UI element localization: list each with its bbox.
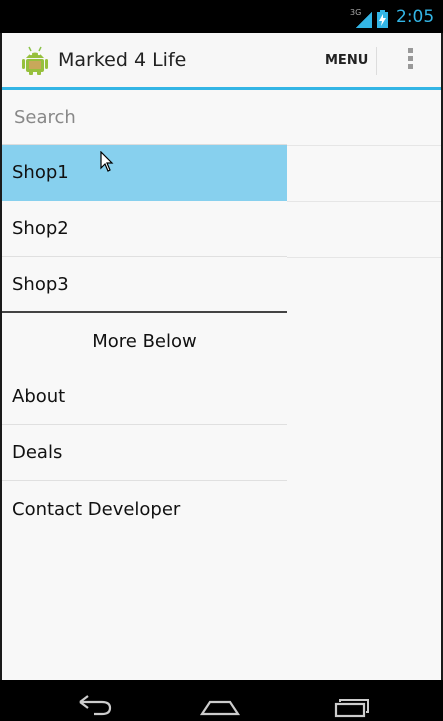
action-bar: Marked 4 Life MENU xyxy=(2,33,441,90)
shop-item-label: Shop1 xyxy=(12,162,69,183)
system-nav-bar xyxy=(0,680,443,721)
mouse-cursor-icon xyxy=(100,151,114,172)
android-robot-icon[interactable] xyxy=(19,44,51,76)
search-row xyxy=(2,90,287,145)
link-item-about[interactable]: About xyxy=(2,369,287,425)
signal-icon xyxy=(356,12,372,28)
recent-apps-icon[interactable] xyxy=(330,688,374,718)
link-item-deals[interactable]: Deals xyxy=(2,425,287,481)
link-item-contact-developer[interactable]: Contact Developer xyxy=(2,481,287,537)
shop-item-label: Shop2 xyxy=(12,218,69,239)
search-input[interactable] xyxy=(14,106,274,128)
action-divider xyxy=(376,47,377,75)
back-icon[interactable] xyxy=(72,688,116,718)
app-title: Marked 4 Life xyxy=(58,49,187,71)
shop-item-shop1[interactable]: Shop1 xyxy=(2,145,287,201)
app-area: Marked 4 Life MENU Shop1 Shop2 Shop3 Mor… xyxy=(0,33,443,680)
battery-charging-icon xyxy=(377,10,388,28)
section-header-more-below: More Below xyxy=(92,330,197,352)
status-bar: 3G 2:05 xyxy=(0,0,443,33)
home-icon[interactable] xyxy=(198,688,242,718)
link-item-label: Deals xyxy=(12,442,63,463)
status-time: 2:05 xyxy=(396,7,435,27)
link-item-label: Contact Developer xyxy=(12,498,181,520)
navigation-drawer: Shop1 Shop2 Shop3 More Below About Deals… xyxy=(2,90,287,537)
overflow-vertical-icon[interactable] xyxy=(398,45,422,75)
shop-item-shop3[interactable]: Shop3 xyxy=(2,257,287,313)
link-item-label: About xyxy=(12,386,66,407)
menu-button[interactable]: MENU xyxy=(317,47,376,75)
shop-item-shop2[interactable]: Shop2 xyxy=(2,201,287,257)
shop-item-label: Shop3 xyxy=(12,273,69,295)
background-list xyxy=(287,90,441,258)
